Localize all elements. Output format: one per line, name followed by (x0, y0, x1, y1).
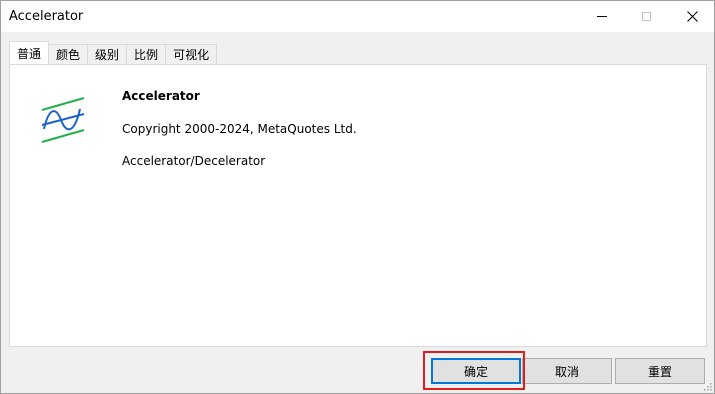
general-tab-panel: Accelerator Copyright 2000-2024, MetaQuo… (9, 64, 707, 347)
indicator-name: Accelerator (122, 89, 200, 103)
tab-general[interactable]: 普通 (9, 41, 50, 64)
indicator-description: Accelerator/Decelerator (122, 154, 266, 168)
tab-strip: 普通 颜色 级别 比例 可视化 (9, 41, 218, 64)
tab-scale[interactable]: 比例 (126, 44, 167, 64)
reset-button[interactable]: 重置 (615, 358, 705, 384)
tab-levels[interactable]: 级别 (87, 44, 128, 64)
minimize-button[interactable] (579, 1, 625, 32)
close-icon (686, 11, 698, 22)
tab-colors[interactable]: 颜色 (48, 44, 89, 64)
minimize-icon (597, 16, 607, 17)
cancel-button[interactable]: 取消 (522, 358, 612, 384)
indicator-copyright: Copyright 2000-2024, MetaQuotes Ltd. (122, 122, 357, 136)
resize-grip-icon[interactable] (702, 381, 712, 391)
close-button[interactable] (669, 1, 715, 32)
maximize-icon (641, 12, 651, 21)
tab-visualization[interactable]: 可视化 (165, 44, 218, 64)
window-title: Accelerator (9, 9, 84, 24)
dialog-window: Accelerator 普通 颜色 级别 比例 可视化 Accelerator … (0, 0, 715, 394)
indicator-logo-icon (41, 97, 85, 143)
maximize-button[interactable] (623, 1, 669, 32)
title-bar[interactable]: Accelerator (1, 1, 714, 32)
ok-button[interactable]: 确定 (431, 358, 521, 384)
